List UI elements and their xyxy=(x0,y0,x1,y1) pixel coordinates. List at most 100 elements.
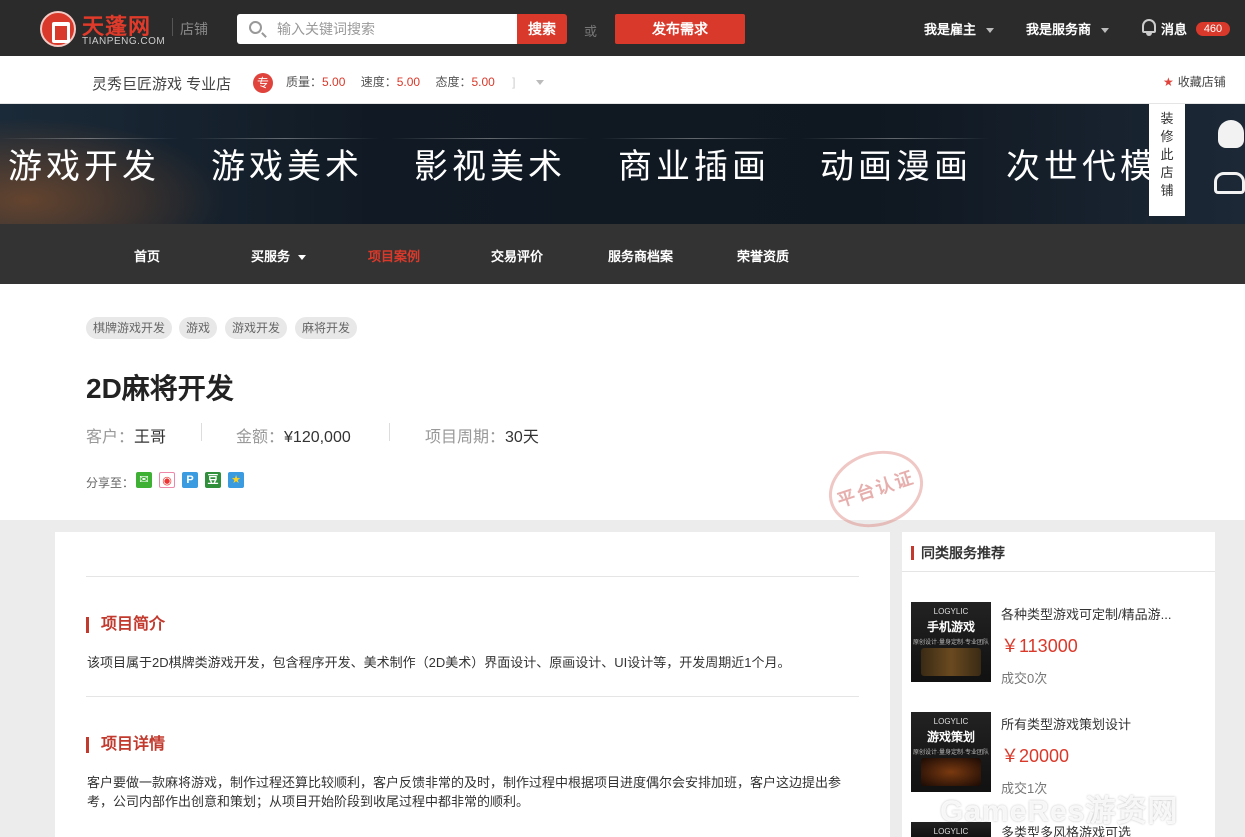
decorate-char: 装 xyxy=(1160,111,1174,126)
employer-menu[interactable]: 我是雇主 xyxy=(924,19,995,38)
decorate-char: 店 xyxy=(1160,165,1174,180)
messages-link[interactable]: 消息 xyxy=(1161,19,1187,38)
project-tag[interactable]: 游戏开发 xyxy=(225,317,288,339)
logo-domain: TIANPENG.COM xyxy=(82,36,166,47)
intro-text: 该项目属于2D棋牌类游戏开发，包含程序开发、美术制作（2D美术）界面设计、原画设… xyxy=(87,655,791,670)
nav-project-cases[interactable]: 项目案例 xyxy=(368,246,420,265)
thumb-brand: LOGYLIC xyxy=(933,717,969,726)
top-bar: 天蓬网 TIANPENG.COM 店铺 搜索 或 发布需求 我是雇主 我是服务商… xyxy=(0,0,1245,56)
logo-divider xyxy=(172,18,173,36)
bell-icon[interactable] xyxy=(1142,19,1156,36)
chevron-down-icon xyxy=(986,28,995,34)
service-sold-count: 成交0次 xyxy=(1001,671,1048,686)
client-label: 客户： xyxy=(86,429,135,446)
chevron-down-icon xyxy=(298,255,307,261)
professional-badge: 专 xyxy=(253,73,273,93)
amount-info: 金额：¥120,000 xyxy=(236,423,351,447)
or-text: 或 xyxy=(584,24,598,39)
platform-certified-stamp: 平台认证 xyxy=(818,438,934,540)
search-icon xyxy=(249,21,262,34)
meta-divider xyxy=(201,423,202,441)
divider xyxy=(902,571,1215,572)
banner-category[interactable]: 影视美术 xyxy=(414,139,566,188)
nav-provider-profile[interactable]: 服务商档案 xyxy=(608,246,673,265)
search-input[interactable] xyxy=(277,14,512,44)
period-info: 项目周期：30天 xyxy=(425,423,539,447)
nav-honors[interactable]: 荣誉资质 xyxy=(737,246,789,265)
service-price: ￥20000 xyxy=(1001,746,1070,766)
project-tag[interactable]: 麻将开发 xyxy=(295,317,358,339)
speed-label: 速度： xyxy=(360,75,397,89)
store-banner: 游戏开发 游戏美术 影视美术 商业插画 动画漫画 次世代模 xyxy=(0,104,1245,224)
share-label: 分享至： xyxy=(86,476,135,490)
service-thumbnail[interactable]: LOGYLIC 游戏策划 原创设计·量身定制·专业团队 xyxy=(911,712,991,792)
wechat-icon[interactable]: ✉ xyxy=(136,472,152,488)
service-name[interactable]: 各种类型游戏可定制/精品游... xyxy=(1001,604,1171,623)
attitude-label: 态度： xyxy=(435,75,472,89)
attitude-score: 5.00 xyxy=(471,75,495,89)
client-info: 客户：王哥 xyxy=(86,423,166,447)
service-thumbnail[interactable]: LOGYLIC 手机游戏 原创设计·量身定制·专业团队 xyxy=(911,602,991,682)
meta-divider xyxy=(389,423,390,441)
thumb-brand: LOGYLIC xyxy=(933,607,969,616)
qzone-icon[interactable]: P xyxy=(182,472,198,488)
banner-category[interactable]: 商业插画 xyxy=(618,139,770,188)
publish-demand-button[interactable]: 发布需求 xyxy=(615,14,745,44)
service-price: ￥113000 xyxy=(1001,636,1078,656)
period-value: 30天 xyxy=(505,429,539,446)
thumb-subtitle: 原创设计·量身定制·专业团队 xyxy=(913,640,989,646)
banner-category[interactable]: 动画漫画 xyxy=(820,139,972,188)
decorate-char: 此 xyxy=(1160,147,1174,162)
thumb-title: 游戏策划 xyxy=(926,730,975,744)
star-icon: ★ xyxy=(1163,75,1174,89)
search-button[interactable]: 搜索 xyxy=(517,14,567,44)
phone-icon[interactable] xyxy=(1214,172,1245,194)
project-tag[interactable]: 棋牌游戏开发 xyxy=(86,317,173,339)
speed-score: 5.00 xyxy=(396,75,421,89)
shop-label: 店铺 xyxy=(180,21,208,37)
thumb-artwork xyxy=(921,758,981,786)
nav-reviews[interactable]: 交易评价 xyxy=(491,246,543,265)
period-label: 项目周期： xyxy=(425,429,506,446)
project-tag[interactable]: 游戏 xyxy=(179,317,218,339)
page-title: 2D麻将开发 xyxy=(86,373,234,404)
project-header: 棋牌游戏开发 游戏 游戏开发 麻将开发 2D麻将开发 客户：王哥 金额：¥120… xyxy=(0,284,1245,540)
favorite-store-button[interactable]: ★ 收藏店铺 xyxy=(1163,73,1226,90)
client-value: 王哥 xyxy=(134,429,167,446)
detail-title: 项目详情 xyxy=(86,737,165,753)
chevron-down-icon xyxy=(535,80,544,86)
site-logo[interactable]: 天蓬网 TIANPENG.COM xyxy=(40,9,172,49)
logo-icon xyxy=(40,11,76,47)
employer-menu-label: 我是雇主 xyxy=(924,22,977,37)
decorate-store-tab[interactable]: 装 修 此 店 铺 xyxy=(1149,104,1185,216)
chevron-down-icon xyxy=(1101,28,1110,34)
banner-category[interactable]: 次世代模 xyxy=(1006,139,1158,188)
quality-label: 质量： xyxy=(286,75,323,89)
thumb-title: 手机游戏 xyxy=(926,620,975,634)
provider-menu-label: 我是服务商 xyxy=(1026,22,1092,37)
banner-category[interactable]: 游戏美术 xyxy=(211,139,363,188)
banner-category[interactable]: 游戏开发 xyxy=(8,139,160,188)
thumb-artwork xyxy=(921,648,981,676)
ratings-bracket: ] xyxy=(512,75,516,89)
weibo-icon[interactable]: ◉ xyxy=(159,472,175,488)
divider xyxy=(86,696,859,697)
decorate-char: 铺 xyxy=(1160,183,1174,198)
douban-icon[interactable]: 豆 xyxy=(205,472,221,488)
amount-value: ¥120,000 xyxy=(284,429,351,446)
watermark: GameRes游资网 xyxy=(940,795,1179,828)
nav-buy-service[interactable]: 买服务 xyxy=(251,246,307,265)
messages-count-badge: 460 xyxy=(1196,22,1230,36)
qq-icon[interactable] xyxy=(1218,120,1244,148)
store-ratings[interactable]: 质量：5.00 速度：5.00 态度：5.00 ] xyxy=(286,73,544,90)
provider-menu[interactable]: 我是服务商 xyxy=(1026,19,1110,38)
favorite-label: 收藏店铺 xyxy=(1177,75,1226,89)
divider xyxy=(86,576,859,577)
quality-score: 5.00 xyxy=(322,75,346,89)
store-name[interactable]: 灵秀巨匠游戏 专业店 xyxy=(92,73,231,94)
qq-share-icon[interactable]: ★ xyxy=(228,472,244,488)
service-name[interactable]: 所有类型游戏策划设计 xyxy=(1001,714,1131,733)
project-content: 项目简介 该项目属于2D棋牌类游戏开发，包含程序开发、美术制作（2D美术）界面设… xyxy=(55,532,890,837)
search-box xyxy=(237,14,517,44)
nav-home[interactable]: 首页 xyxy=(134,246,160,265)
